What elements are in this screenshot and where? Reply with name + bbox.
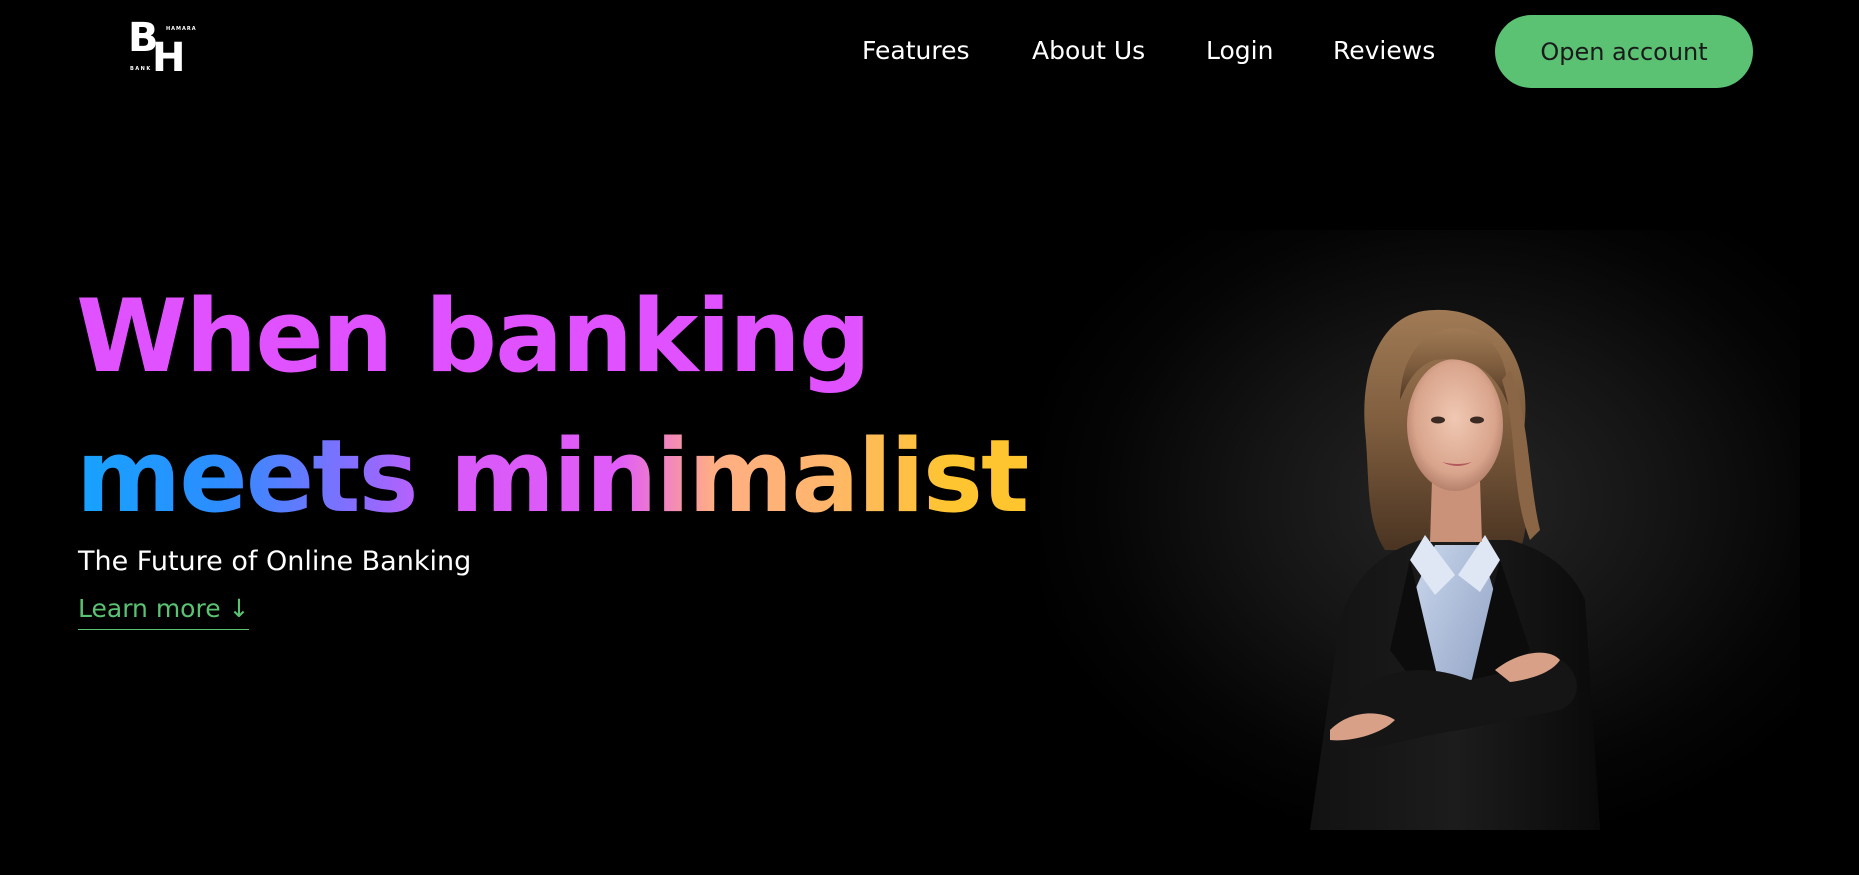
nav-link-features[interactable]: Features xyxy=(862,34,970,68)
nav-link-login[interactable]: Login xyxy=(1206,34,1273,68)
nav-link-about-us[interactable]: About Us xyxy=(1032,34,1145,68)
open-account-button[interactable]: Open account xyxy=(1495,15,1753,88)
logo-letter-h: H xyxy=(152,35,186,81)
logo-side-text: BANK xyxy=(130,66,152,72)
portrait-illustration xyxy=(1310,309,1600,830)
brand-logo[interactable]: B H HAMARA BANK xyxy=(128,18,198,80)
headline-line-1: When banking xyxy=(76,266,1027,406)
logo-top-text: HAMARA xyxy=(166,26,197,32)
page: B H HAMARA BANK Features About Us Login … xyxy=(0,0,1859,875)
learn-more-link[interactable]: Learn more ↓ xyxy=(78,594,250,630)
hero-headline: When banking meets minimalist xyxy=(76,266,1029,546)
nav-link-reviews[interactable]: Reviews xyxy=(1333,34,1435,68)
headline-line-2: meets minimalist xyxy=(76,406,1029,546)
hero-subtitle: The Future of Online Banking xyxy=(78,546,472,577)
hero-portrait-image xyxy=(1040,230,1800,830)
